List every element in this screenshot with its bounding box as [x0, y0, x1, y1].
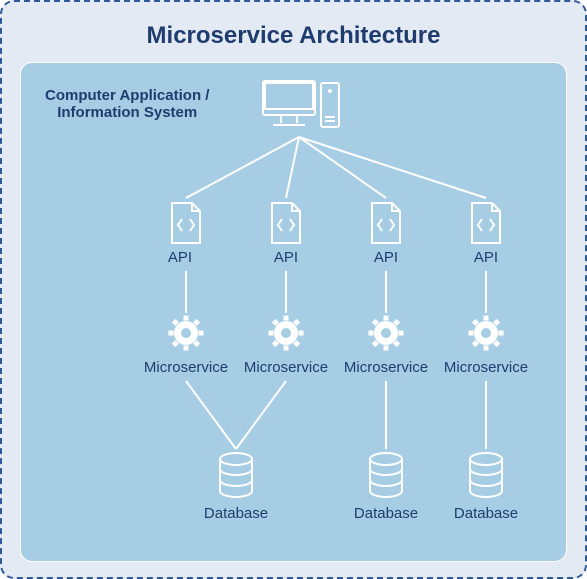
database-label: Database	[354, 505, 418, 522]
diagram-title: Microservice Architecture	[20, 22, 567, 50]
outer-frame: Microservice Architecture Computer Appli…	[0, 0, 587, 579]
database-label: Database	[454, 505, 518, 522]
database-icon	[366, 451, 406, 501]
database-label: Database	[204, 505, 268, 522]
inner-frame: Computer Application / Information Syste…	[20, 62, 567, 562]
database-icon	[466, 451, 506, 501]
database-icon	[216, 451, 256, 501]
